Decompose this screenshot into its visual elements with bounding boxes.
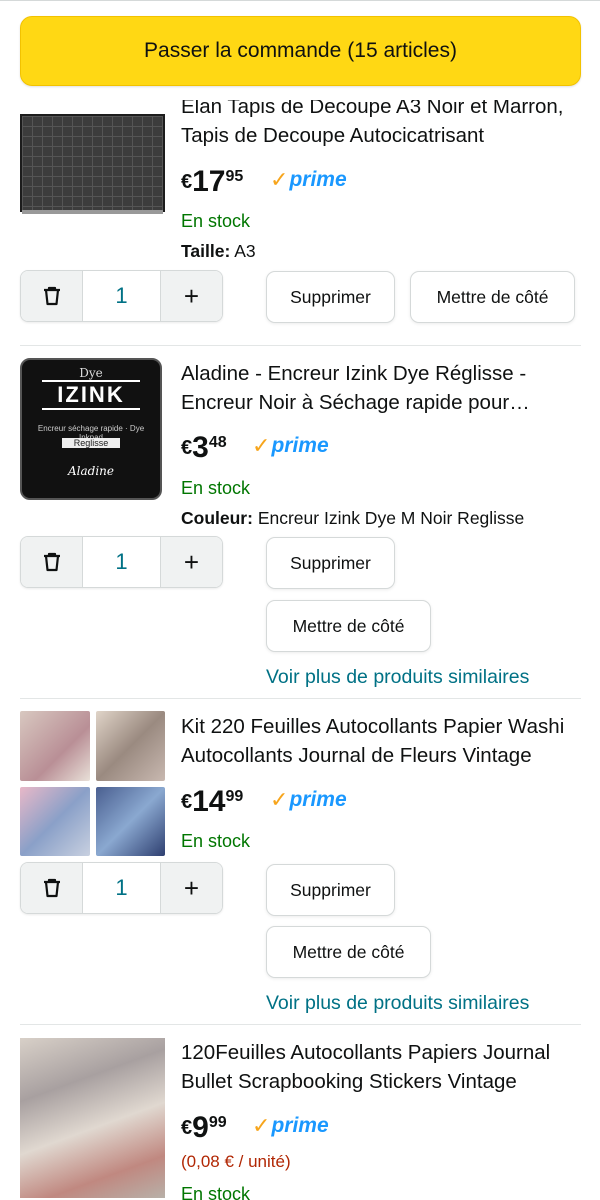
prime-check-icon: ✓	[270, 167, 289, 192]
product-price: €17 95	[181, 165, 244, 198]
quantity-value[interactable]: 1	[82, 863, 161, 913]
quantity-stepper: 1 +	[20, 862, 223, 914]
stock-status: En stock	[181, 478, 251, 498]
quantity-stepper: 1 +	[20, 536, 223, 588]
prime-check-icon: ✓	[252, 1113, 271, 1138]
delete-button[interactable]: Supprimer	[266, 864, 395, 916]
product-attribute: Taille: A3	[181, 241, 256, 261]
product-image-journal-stickers[interactable]	[20, 1038, 165, 1200]
see-similar-link[interactable]: Voir plus de produits similaires	[266, 992, 529, 1015]
prime-check-icon: ✓	[252, 433, 271, 458]
plus-icon[interactable]: +	[161, 271, 222, 321]
product-price: €3 48	[181, 431, 227, 464]
product-price: €14 99	[181, 785, 244, 818]
product-price: €9 99	[181, 1111, 227, 1144]
product-title[interactable]: 120Feuilles Autocollants Papiers Journal…	[181, 1038, 581, 1096]
stock-status: En stock	[181, 831, 251, 851]
stock-status: En stock	[181, 211, 251, 231]
unit-price: (0,08 € / unité)	[181, 1152, 291, 1171]
product-title[interactable]: Elan Tapis de Decoupe A3 Noir et Marron,…	[181, 92, 581, 150]
delete-icon[interactable]	[21, 537, 82, 587]
prime-badge: ✓ prime	[270, 787, 347, 812]
checkout-count: (15 articles)	[347, 39, 457, 62]
divider	[20, 1024, 581, 1025]
save-for-later-button[interactable]: Mettre de côté	[410, 271, 575, 323]
quantity-value[interactable]: 1	[82, 271, 161, 321]
prime-check-icon: ✓	[270, 787, 289, 812]
see-similar-link[interactable]: Voir plus de produits similaires	[266, 666, 529, 689]
save-for-later-button[interactable]: Mettre de côté	[266, 600, 431, 652]
delete-icon[interactable]	[21, 271, 82, 321]
delete-button[interactable]: Supprimer	[266, 271, 395, 323]
product-attribute: Couleur: Encreur Izink Dye M Noir Reglis…	[181, 508, 525, 528]
prime-badge: ✓ prime	[252, 1113, 329, 1138]
checkout-bar: Passer la commande (15 articles)	[0, 0, 600, 100]
stock-status: En stock	[181, 1184, 251, 1200]
prime-badge: ✓ prime	[252, 433, 329, 458]
product-title[interactable]: Kit 220 Feuilles Autocollants Papier Was…	[181, 712, 581, 770]
product-image-ink-pad[interactable]: Dye IZINK Encreur séchage rapide · Dye I…	[20, 358, 165, 503]
divider	[20, 345, 581, 346]
product-image-washi-stickers[interactable]	[20, 711, 165, 856]
quantity-value[interactable]: 1	[82, 537, 161, 587]
delete-icon[interactable]	[21, 863, 82, 913]
plus-icon[interactable]: +	[161, 863, 222, 913]
quantity-stepper: 1 +	[20, 270, 223, 322]
product-title[interactable]: Aladine - Encreur Izink Dye Réglisse - E…	[181, 359, 581, 417]
checkout-button[interactable]: Passer la commande (15 articles)	[20, 16, 581, 86]
product-image-cutting-mat[interactable]	[20, 100, 165, 220]
prime-badge: ✓ prime	[270, 167, 347, 192]
save-for-later-button[interactable]: Mettre de côté	[266, 926, 431, 978]
divider	[20, 698, 581, 699]
plus-icon[interactable]: +	[161, 537, 222, 587]
checkout-label: Passer la commande	[144, 39, 342, 62]
delete-button[interactable]: Supprimer	[266, 537, 395, 589]
